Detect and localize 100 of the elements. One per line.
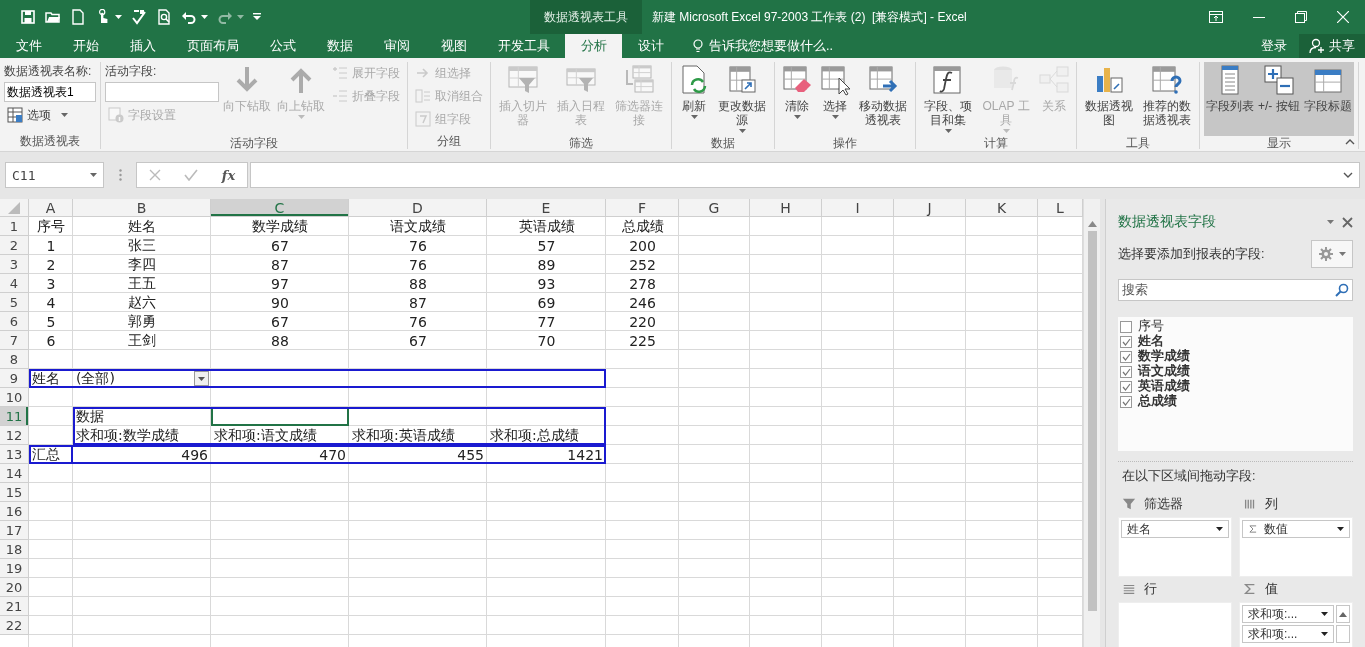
- row-header[interactable]: 5: [0, 293, 29, 312]
- caret-icon[interactable]: [1216, 527, 1223, 531]
- ribbon-tab[interactable]: 数据: [311, 34, 368, 58]
- column-header[interactable]: B: [73, 199, 211, 217]
- drop-area[interactable]: 求和项:... 求和项:...: [1239, 602, 1353, 647]
- field-name[interactable]: 序号: [1138, 318, 1164, 335]
- scroll-up-icon[interactable]: [1087, 221, 1097, 227]
- share-button[interactable]: 共享: [1299, 34, 1365, 58]
- row-header[interactable]: 1: [0, 217, 29, 236]
- row-header[interactable]: 12: [0, 426, 29, 445]
- ribbon-tab[interactable]: 开始: [57, 34, 114, 58]
- row-header[interactable]: 3: [0, 255, 29, 274]
- field-name[interactable]: 总成绩: [1138, 393, 1177, 410]
- ribbon-tab[interactable]: 视图: [425, 34, 482, 58]
- row-header[interactable]: 20: [0, 578, 29, 597]
- drop-area[interactable]: 姓名: [1118, 517, 1232, 577]
- ribbon-tab[interactable]: 文件: [0, 34, 57, 58]
- caret-icon[interactable]: [1321, 612, 1328, 616]
- column-header[interactable]: K: [966, 199, 1038, 217]
- checkbox[interactable]: [1120, 320, 1132, 333]
- row-header[interactable]: 15: [0, 483, 29, 502]
- input-field[interactable]: [105, 82, 219, 102]
- caret-icon[interactable]: [198, 376, 205, 381]
- checkbox[interactable]: [1120, 350, 1132, 363]
- ribbon-button[interactable]: 移动数据透视表: [855, 62, 911, 136]
- formula-field[interactable]: [250, 162, 1360, 188]
- caret-icon[interactable]: [1321, 632, 1328, 636]
- row-header[interactable]: 6: [0, 312, 29, 331]
- column-header[interactable]: D: [349, 199, 487, 217]
- toolbar-button[interactable]: [156, 9, 172, 25]
- dropdown-button[interactable]: [194, 371, 209, 386]
- close-icon[interactable]: [1342, 216, 1353, 228]
- ribbon-button[interactable]: 更改数据源: [714, 62, 770, 136]
- checkbox[interactable]: [1120, 335, 1132, 348]
- ribbon-button[interactable]: 选择: [817, 62, 853, 136]
- row-header[interactable]: 17: [0, 521, 29, 540]
- ribbon-tab[interactable]: 公式: [254, 34, 311, 58]
- row-header[interactable]: 22: [0, 616, 29, 635]
- settings-button[interactable]: [1311, 240, 1353, 268]
- area-field-button[interactable]: 求和项:...: [1242, 605, 1334, 623]
- field-name[interactable]: 英语成绩: [1138, 378, 1190, 395]
- caret-icon[interactable]: [1337, 527, 1344, 531]
- ribbon-button[interactable]: 清除: [779, 62, 815, 136]
- column-header[interactable]: G: [679, 199, 750, 217]
- field-name[interactable]: 数学成绩: [1138, 348, 1190, 365]
- search-field[interactable]: 搜索: [1118, 279, 1353, 301]
- ribbon-button[interactable]: 字段列表: [1204, 62, 1256, 136]
- area-field-button[interactable]: 姓名: [1121, 520, 1229, 538]
- area-field-button[interactable]: 求和项:...: [1242, 625, 1334, 643]
- checkbox[interactable]: [1120, 395, 1132, 408]
- row-header[interactable]: 11: [0, 407, 29, 426]
- row-header[interactable]: 14: [0, 464, 29, 483]
- expand-caret-icon[interactable]: [1343, 172, 1353, 178]
- area-field-button[interactable]: 数值: [1242, 520, 1350, 538]
- field-name[interactable]: 姓名: [1138, 333, 1164, 350]
- row-header[interactable]: 21: [0, 597, 29, 616]
- column-header[interactable]: H: [750, 199, 822, 217]
- field-name[interactable]: 语文成绩: [1138, 363, 1190, 380]
- ribbon-button[interactable]: 字段、项目和集: [920, 62, 976, 136]
- column-header[interactable]: L: [1038, 199, 1083, 217]
- ribbon-tab[interactable]: 设计: [622, 34, 679, 58]
- scroll-thumb[interactable]: [1087, 231, 1097, 611]
- ribbon-tab[interactable]: 分析: [565, 34, 622, 58]
- drop-area[interactable]: 数值: [1239, 517, 1353, 577]
- ribbon-tab[interactable]: 开发工具: [482, 34, 565, 58]
- checkbox[interactable]: [1120, 380, 1132, 393]
- search-icon[interactable]: [1335, 283, 1349, 297]
- insert-function-button[interactable]: fx: [221, 167, 236, 183]
- ribbon-button[interactable]: +/- 按钮: [1256, 62, 1302, 136]
- tell-me-field[interactable]: 告诉我您想要做什么..: [709, 37, 833, 55]
- ribbon-tab[interactable]: 审阅: [368, 34, 425, 58]
- ribbon-display-icon[interactable]: [1209, 11, 1223, 23]
- customize-icon[interactable]: [253, 13, 261, 21]
- row-header[interactable]: 10: [0, 388, 29, 407]
- row-header[interactable]: 8: [0, 350, 29, 369]
- column-header[interactable]: F: [606, 199, 679, 217]
- column-header[interactable]: E: [487, 199, 606, 217]
- ribbon-button[interactable]: 数据透视图: [1081, 62, 1137, 136]
- restore-icon[interactable]: [1295, 11, 1307, 23]
- column-header[interactable]: J: [894, 199, 966, 217]
- column-header[interactable]: I: [822, 199, 894, 217]
- ribbon-button[interactable]: 选项: [4, 105, 96, 125]
- row-header[interactable]: 13: [0, 445, 29, 464]
- ribbon-tab[interactable]: 页面布局: [171, 34, 254, 58]
- row-header[interactable]: 18: [0, 540, 29, 559]
- ribbon-tab[interactable]: 插入: [114, 34, 171, 58]
- checkbox[interactable]: [1120, 365, 1132, 378]
- toolbar-button[interactable]: [45, 9, 61, 25]
- name-box[interactable]: C11: [5, 162, 104, 188]
- sign-in-link[interactable]: 登录: [1261, 37, 1287, 55]
- selected-cell[interactable]: [211, 407, 349, 426]
- toolbar-button[interactable]: [20, 9, 36, 25]
- toolbar-button[interactable]: [131, 9, 147, 25]
- column-header[interactable]: C: [211, 199, 349, 217]
- row-header[interactable]: 4: [0, 274, 29, 293]
- row-header[interactable]: 16: [0, 502, 29, 521]
- row-header[interactable]: 2: [0, 236, 29, 255]
- collapse-ribbon-icon[interactable]: [1345, 139, 1355, 145]
- ribbon-button[interactable]: 字段标题: [1301, 62, 1354, 136]
- row-header[interactable]: 7: [0, 331, 29, 350]
